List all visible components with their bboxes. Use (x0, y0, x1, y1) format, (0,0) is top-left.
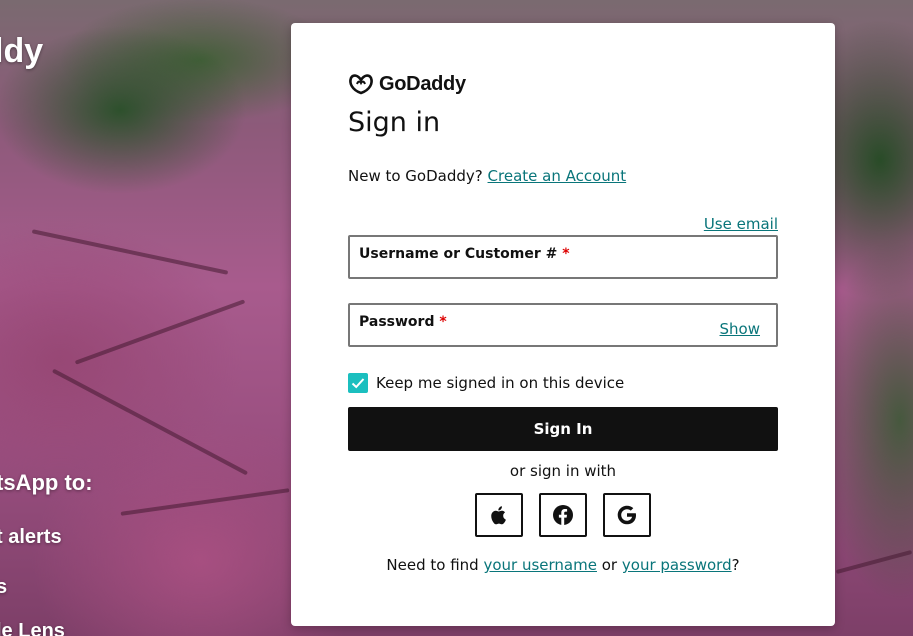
password-field[interactable]: Password * Show (348, 303, 778, 347)
background-crack (74, 299, 246, 365)
google-icon (617, 505, 636, 525)
keep-signed-in-option[interactable]: Keep me signed in on this device (348, 373, 624, 393)
godaddy-logo-icon (349, 74, 373, 95)
keep-signed-in-checkbox[interactable] (348, 373, 368, 393)
account-recovery-help: Need to find your username or your passw… (291, 556, 835, 574)
google-sign-in-button[interactable] (603, 493, 651, 537)
apple-icon (491, 506, 506, 525)
background-promo-item: le Lens (0, 620, 65, 636)
find-username-link[interactable]: your username (483, 556, 597, 574)
apple-sign-in-button[interactable] (475, 493, 523, 537)
use-email-link[interactable]: Use email (704, 215, 778, 233)
or-sign-in-with: or sign in with (509, 462, 617, 480)
brand-name: GoDaddy (379, 72, 466, 95)
required-mark: * (439, 314, 447, 330)
background-brand-text: ldy (0, 32, 44, 70)
background-crack (51, 368, 249, 476)
page-title: Sign in (348, 107, 441, 138)
username-label-text: Username or Customer # (359, 246, 558, 262)
facebook-sign-in-button[interactable] (539, 493, 587, 537)
username-label: Username or Customer # * (359, 246, 570, 262)
background-promo-item: t alerts (0, 526, 62, 548)
help-suffix: ? (731, 556, 740, 574)
checkmark-icon (351, 378, 365, 389)
sign-in-card: GoDaddy Sign in New to GoDaddy? Create a… (291, 23, 835, 626)
background-promo-item: s (0, 576, 8, 598)
godaddy-logo: GoDaddy (347, 72, 466, 96)
create-account-link[interactable]: Create an Account (488, 167, 627, 185)
password-label-text: Password (359, 314, 435, 330)
new-account-row: New to GoDaddy? Create an Account (348, 167, 626, 185)
find-password-link[interactable]: your password (622, 556, 732, 574)
keep-signed-in-label: Keep me signed in on this device (376, 374, 625, 392)
help-or: or (601, 556, 618, 574)
background-promo-heading: tsApp to: (0, 470, 93, 495)
background-crack (835, 549, 913, 575)
password-label: Password * (359, 314, 447, 330)
show-password-link[interactable]: Show (720, 320, 760, 338)
facebook-icon (553, 505, 573, 525)
background-crack (31, 229, 229, 275)
sign-in-button[interactable]: Sign In (348, 407, 778, 451)
new-account-prompt: New to GoDaddy? (348, 167, 483, 185)
username-field[interactable]: Username or Customer # * (348, 235, 778, 279)
background-crack (120, 488, 290, 516)
required-mark: * (562, 246, 570, 262)
help-prefix: Need to find (386, 556, 479, 574)
